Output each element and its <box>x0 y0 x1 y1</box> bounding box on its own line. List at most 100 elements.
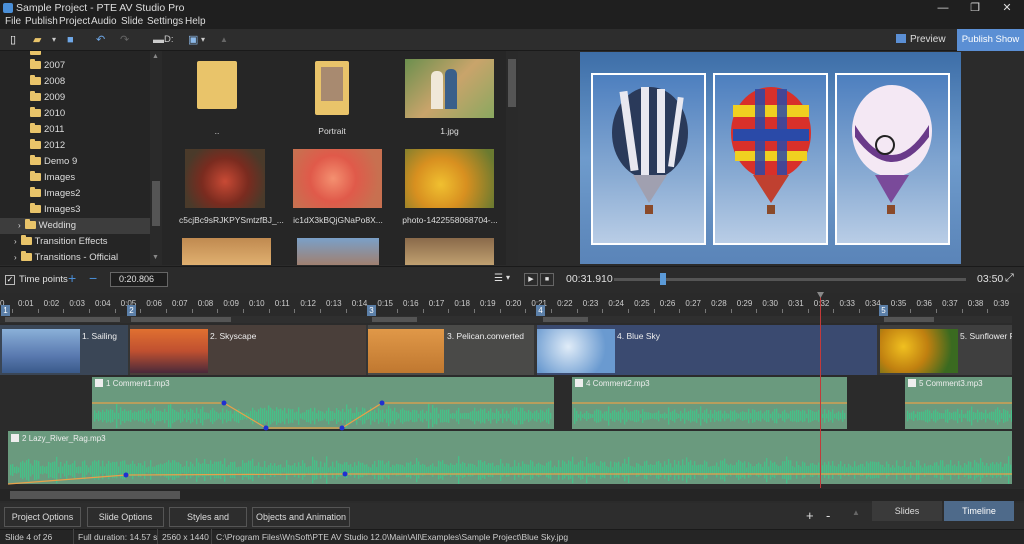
tree-item-2007[interactable]: 2007 <box>30 58 65 74</box>
view-dropdown-icon[interactable]: ▾ <box>201 33 205 47</box>
up-arrow-icon[interactable]: ▲ <box>852 508 860 517</box>
tree-item-transition-effects[interactable]: › Transition Effects <box>14 234 108 250</box>
save-icon[interactable]: ■ <box>67 33 74 47</box>
file-name: .. <box>214 126 220 136</box>
menu-file[interactable]: File <box>5 16 21 27</box>
chevron-right-icon[interactable]: › <box>14 253 17 262</box>
tree-item-label: Transitions - Official <box>34 252 119 263</box>
position-slider-thumb[interactable] <box>660 273 667 285</box>
chevron-right-icon[interactable]: › <box>18 221 21 230</box>
chevron-down-icon[interactable]: ▾ <box>506 273 510 282</box>
file-browser[interactable]: .. Portrait 1.jpg c5cjBc9sRJKPYSmtzfBJ_.… <box>162 51 518 265</box>
timepoints-checkbox[interactable]: ✓ <box>5 275 15 285</box>
timepoints-bar: ✓ Time points + − 0:20.806 ☰ ▾ ▶ ■ 00:31… <box>0 266 1024 291</box>
menu-publish[interactable]: Publish <box>25 16 58 27</box>
publish-show-button[interactable]: Publish Show <box>957 29 1024 51</box>
ruler-tick <box>679 309 681 313</box>
preview-button[interactable]: Preview <box>896 32 946 48</box>
project-options-button[interactable]: Project Options <box>4 507 81 527</box>
tree-item-2012[interactable]: 2012 <box>30 138 65 154</box>
tree-item-2010[interactable]: 2010 <box>30 106 65 122</box>
styles-themes-button[interactable]: Styles and Themes <box>169 507 247 540</box>
portrait-folder-thumb[interactable] <box>315 61 349 115</box>
ruler-tick <box>833 309 835 313</box>
files-scroll-thumb[interactable] <box>508 59 516 107</box>
remove-timepoint-button[interactable]: − <box>89 270 97 286</box>
image-thumb[interactable] <box>405 59 494 118</box>
add-timepoint-button[interactable]: + <box>68 270 76 286</box>
drive-icon[interactable]: ▬ <box>153 33 164 47</box>
tree-item-images2[interactable]: Images2 <box>30 186 80 202</box>
menu-help[interactable]: Help <box>185 16 206 27</box>
undo-icon[interactable]: ↶ <box>96 33 105 47</box>
open-folder-icon[interactable]: ▰ <box>33 33 41 47</box>
fullscreen-icon[interactable]: ⤢ <box>1005 272 1014 285</box>
tree-scroll-thumb[interactable] <box>152 181 160 226</box>
objects-animation-button[interactable]: Objects and Animation <box>252 507 350 527</box>
tree-item-images[interactable]: Images <box>30 170 75 186</box>
close-button[interactable]: ✕ <box>991 0 1023 16</box>
folder-tree[interactable]: 2007 2008 2009 2010 2011 2012 Demo 9 Ima… <box>0 51 162 265</box>
zoom-in-button[interactable]: + <box>806 508 814 523</box>
slide-marker[interactable]: 4 <box>536 305 545 316</box>
chevron-right-icon[interactable]: › <box>14 237 17 246</box>
timeline-vscrollbar[interactable] <box>1012 293 1024 488</box>
image-thumb[interactable] <box>293 149 382 208</box>
image-thumb[interactable] <box>405 238 494 265</box>
tab-timeline[interactable]: Timeline <box>944 501 1014 521</box>
tree-item-2011[interactable]: 2011 <box>30 122 64 138</box>
timeline-scroll-thumb[interactable] <box>10 491 180 499</box>
playhead[interactable] <box>820 293 821 488</box>
tab-slides[interactable]: Slides <box>872 501 942 521</box>
maximize-button[interactable]: ❐ <box>959 0 991 16</box>
tree-scrollbar[interactable] <box>150 51 162 265</box>
ruler-tick-label: 0:10 <box>249 299 265 308</box>
slide-label: 4. Blue Sky <box>617 331 661 341</box>
slide-marker[interactable]: 1 <box>1 305 10 316</box>
play-button[interactable]: ▶ <box>524 273 538 286</box>
ruler-tick <box>422 309 424 313</box>
image-thumb[interactable] <box>405 149 494 208</box>
new-file-icon[interactable]: ▯ <box>10 33 16 47</box>
files-scrollbar[interactable] <box>506 51 518 265</box>
stop-button[interactable]: ■ <box>540 273 554 286</box>
redo-icon[interactable]: ↷ <box>120 33 129 47</box>
image-thumb[interactable] <box>182 238 271 265</box>
tree-item-2009[interactable]: 2009 <box>30 90 65 106</box>
tree-item-2008[interactable]: 2008 <box>30 74 65 90</box>
minimize-button[interactable]: — <box>927 0 959 16</box>
ruler-tick-label: 0:36 <box>916 299 933 308</box>
scroll-up-icon[interactable]: ▲ <box>152 53 159 60</box>
current-time: 00:31.910 <box>566 273 613 285</box>
zoom-out-button[interactable]: - <box>826 508 830 523</box>
position-slider-track[interactable] <box>614 278 966 281</box>
tree-item-label: 2010 <box>44 108 66 119</box>
menu-settings[interactable]: Settings <box>147 16 183 27</box>
slide-bar-strip <box>0 316 1024 323</box>
scroll-down-icon[interactable]: ▼ <box>152 254 159 261</box>
slide-options-button[interactable]: Slide Options <box>87 507 164 527</box>
slide-marker[interactable]: 3 <box>367 305 376 316</box>
up-arrow-icon[interactable]: ▲ <box>220 33 228 47</box>
view-icon[interactable]: ▣ <box>188 33 198 47</box>
slide-marker[interactable]: 2 <box>127 305 136 316</box>
timeline-menu-icon[interactable]: ☰ <box>494 273 503 284</box>
slide-marker[interactable]: 5 <box>879 305 888 316</box>
timeline-scrollbar[interactable] <box>0 489 1024 501</box>
tree-item-demo9[interactable]: Demo 9 <box>30 154 77 170</box>
tree-item-transitions-official[interactable]: › Transitions - Official <box>14 250 118 265</box>
tree-item-wedding[interactable]: › Wedding <box>18 218 76 234</box>
drive-label[interactable]: D: <box>164 33 174 47</box>
ruler-tick <box>628 309 630 313</box>
image-thumb[interactable] <box>297 238 379 265</box>
menu-slide[interactable]: Slide <box>121 16 143 27</box>
menu-audio[interactable]: Audio <box>91 16 117 27</box>
preview-image[interactable] <box>580 52 961 264</box>
menu-project[interactable]: Project <box>59 16 90 27</box>
timepoint-value-input[interactable]: 0:20.806 <box>110 272 168 287</box>
image-thumb[interactable] <box>185 149 265 208</box>
folder-up-thumb[interactable] <box>197 61 237 109</box>
tree-item-images3[interactable]: Images3 <box>30 202 80 218</box>
slide-blue-sky[interactable] <box>537 325 877 375</box>
chevron-down-icon[interactable]: ▾ <box>52 33 56 47</box>
